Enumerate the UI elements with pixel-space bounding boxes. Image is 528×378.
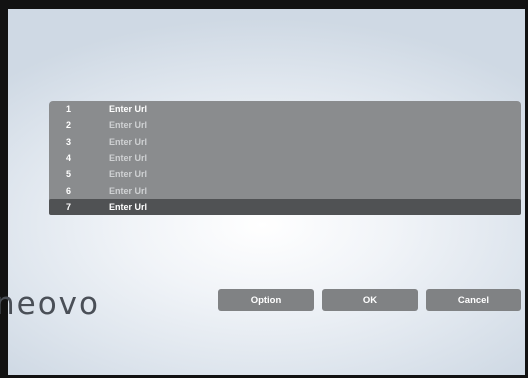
url-label: Enter Url (109, 104, 148, 115)
url-number: 3 (66, 136, 72, 147)
cancel-button[interactable]: Cancel (426, 289, 521, 311)
ok-button[interactable]: OK (322, 289, 418, 311)
url-label: Enter Url (109, 185, 148, 196)
url-row-4[interactable]: 4 Enter Url (49, 150, 521, 166)
url-label: Enter Url (109, 136, 148, 147)
url-number: 5 (66, 169, 72, 180)
url-number: 2 (66, 120, 72, 131)
screen: 1 Enter Url 2 Enter Url 3 Enter Url 4 En… (0, 0, 528, 378)
url-label: Enter Url (109, 201, 148, 212)
url-number: 6 (66, 185, 72, 196)
url-number: 1 (66, 104, 72, 115)
frame-top-edge (0, 0, 525, 9)
url-list-panel: 1 Enter Url 2 Enter Url 3 Enter Url 4 En… (49, 101, 521, 216)
option-button[interactable]: Option (218, 289, 314, 311)
url-row-3[interactable]: 3 Enter Url (49, 134, 521, 150)
url-label: Enter Url (109, 169, 148, 180)
url-label: Enter Url (109, 120, 148, 131)
url-label: Enter Url (109, 153, 148, 164)
url-number: 4 (66, 153, 72, 164)
url-row-1[interactable]: 1 Enter Url (49, 101, 521, 117)
url-number: 7 (66, 201, 72, 212)
url-row-5[interactable]: 5 Enter Url (49, 166, 521, 182)
url-row-6[interactable]: 6 Enter Url (49, 182, 521, 198)
url-row-7[interactable]: 7 Enter Url (49, 198, 521, 216)
url-row-2[interactable]: 2 Enter Url (49, 117, 521, 133)
brand-logo: neovo (0, 286, 100, 322)
